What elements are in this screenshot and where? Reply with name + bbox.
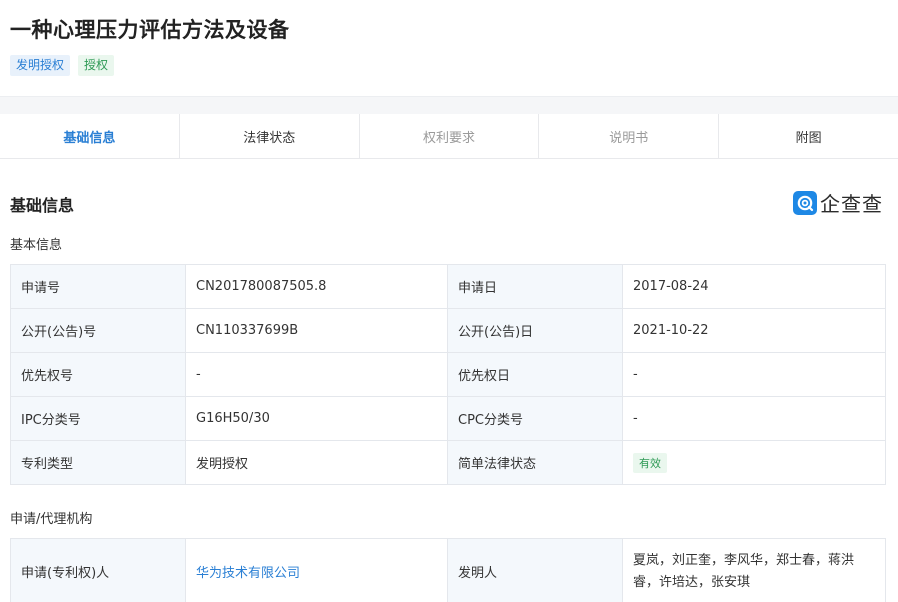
field-label: 优先权日 [447, 352, 623, 397]
tab-legal-status[interactable]: 法律状态 [180, 114, 360, 158]
tab-description[interactable]: 说明书 [539, 114, 720, 158]
field-value: 发明授权 [185, 440, 448, 485]
field-value: 2021-10-22 [622, 308, 886, 353]
field-value: CN110337699B [185, 308, 448, 353]
field-label: 公开(公告)日 [447, 308, 623, 353]
field-value: - [622, 396, 886, 441]
basic-info-subtitle: 基本信息 [10, 238, 63, 253]
table-row: 申请(专利权)人 华为技术有限公司 发明人 夏岚，刘正奎，李风华，郑士春，蒋洪睿… [10, 538, 886, 602]
table-row: IPC分类号 G16H50/30 CPC分类号 - [10, 396, 886, 441]
table-row: 优先权号 - 优先权日 - [10, 352, 886, 397]
qichacha-logo[interactable]: 企查查 [793, 188, 883, 217]
table-row: 申请号 CN201780087505.8 申请日 2017-08-24 [10, 264, 886, 309]
field-value: CN201780087505.8 [185, 264, 448, 309]
page-title: 一种心理压力评估方法及设备 [10, 18, 290, 42]
inventor-list: 夏岚，刘正奎，李风华，郑士春，蒋洪睿，许培达，张安琪 [622, 538, 886, 602]
field-label: 申请日 [447, 264, 623, 309]
field-value: - [622, 352, 886, 397]
tag-group: 发明授权 授权 [10, 55, 115, 76]
section-title: 基础信息 [10, 196, 75, 215]
field-label: 优先权号 [10, 352, 186, 397]
qichacha-logo-icon [793, 190, 817, 215]
tab-drawings[interactable]: 附图 [719, 114, 898, 158]
field-label: 申请号 [10, 264, 186, 309]
field-label: 发明人 [447, 538, 623, 602]
field-value: 有效 [622, 440, 886, 485]
field-value: G16H50/30 [185, 396, 448, 441]
field-value: 2017-08-24 [622, 264, 886, 309]
grant-status-tag: 授权 [78, 55, 115, 76]
qichacha-logo-text: 企查查 [820, 192, 883, 216]
field-value: 华为技术有限公司 [185, 538, 448, 602]
tab-basic-info[interactable]: 基础信息 [0, 114, 180, 158]
legal-status-badge: 有效 [633, 452, 667, 473]
divider-band [0, 96, 898, 114]
field-label: CPC分类号 [447, 396, 623, 441]
table-row: 公开(公告)号 CN110337699B 公开(公告)日 2021-10-22 [10, 308, 886, 353]
field-label: 简单法律状态 [447, 440, 623, 485]
field-label: 申请(专利权)人 [10, 538, 186, 602]
patent-type-tag: 发明授权 [10, 55, 71, 76]
field-label: 专利类型 [10, 440, 186, 485]
applicant-link[interactable]: 华为技术有限公司 [196, 566, 300, 581]
agency-table: 申请(专利权)人 华为技术有限公司 发明人 夏岚，刘正奎，李风华，郑士春，蒋洪睿… [10, 538, 886, 602]
field-value: - [185, 352, 448, 397]
table-row: 专利类型 发明授权 简单法律状态 有效 [10, 440, 886, 485]
tab-bar: 基础信息 法律状态 权利要求 说明书 附图 [0, 114, 898, 159]
agency-subtitle: 申请/代理机构 [10, 512, 93, 527]
basic-info-table: 申请号 CN201780087505.8 申请日 2017-08-24 公开(公… [10, 264, 886, 485]
field-label: 公开(公告)号 [10, 308, 186, 353]
field-label: IPC分类号 [10, 396, 186, 441]
tab-claims[interactable]: 权利要求 [360, 114, 540, 158]
